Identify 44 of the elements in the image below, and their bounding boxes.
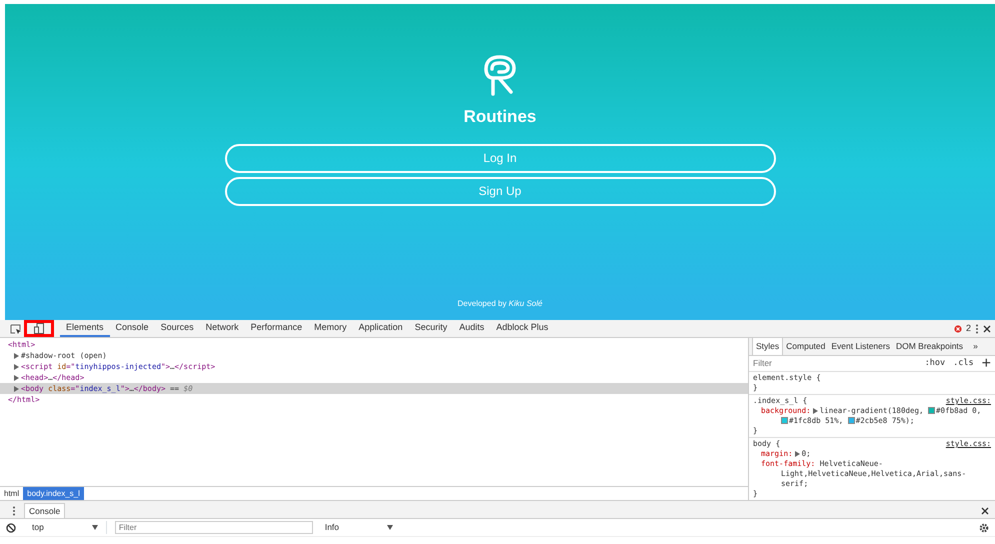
sidebar-tab[interactable]: Styles [752, 338, 784, 355]
devtools-tab[interactable]: Sources [154, 320, 200, 337]
color-swatch[interactable] [848, 417, 855, 424]
more-options-icon[interactable] [975, 324, 979, 334]
more-tabs-button[interactable]: » [970, 338, 981, 355]
drawer-menu-icon[interactable] [12, 506, 16, 516]
new-rule-button[interactable]: + [982, 356, 991, 372]
devtools-tab[interactable]: Console [110, 320, 155, 337]
dropdown-arrow-icon [92, 525, 98, 530]
device-toolbar-icon[interactable] [34, 323, 44, 334]
log-level-select[interactable]: Info [324, 521, 394, 534]
sidebar-tab[interactable]: DOM Breakpoints [892, 338, 966, 355]
console-filter-field[interactable]: Filter [114, 521, 313, 534]
color-swatch[interactable] [781, 417, 788, 424]
expand-arrow-icon[interactable] [812, 408, 818, 414]
color-swatch[interactable] [928, 407, 936, 414]
devtools-tab[interactable]: Network [200, 320, 245, 337]
inspect-icon[interactable] [10, 324, 22, 334]
dropdown-arrow-icon [387, 525, 394, 530]
class-toggle[interactable]: .cls [953, 357, 974, 370]
devtools-tab[interactable]: Application [352, 320, 409, 337]
clear-console-icon[interactable] [6, 522, 16, 532]
expand-arrow-icon[interactable] [794, 450, 800, 457]
devtools-tab[interactable]: Adblock Plus [490, 320, 554, 337]
devtools-tab[interactable]: Security [408, 320, 454, 337]
drawer-tab[interactable]: Console [24, 503, 66, 518]
app-title: Routines [464, 106, 536, 128]
devtools-tab[interactable]: Performance [244, 320, 308, 337]
breadcrumb-item[interactable]: html [0, 487, 24, 500]
logo-icon [483, 54, 517, 96]
hover-state-toggle[interactable]: :hov [924, 357, 946, 370]
devtools-tab[interactable]: Memory [308, 320, 353, 337]
context-select[interactable]: top [32, 521, 107, 534]
devtools-tab[interactable]: Audits [453, 320, 490, 337]
sidebar-tab[interactable]: Event Listeners [828, 338, 893, 355]
error-icon [954, 324, 962, 332]
breadcrumb-item[interactable]: body.index_s_l [23, 487, 84, 500]
developer-credit: Developed by Kiku Solé [458, 298, 542, 310]
close-icon[interactable] [983, 324, 991, 332]
close-icon[interactable] [981, 507, 989, 515]
devtools-tab[interactable]: Elements [60, 320, 110, 337]
sidebar-tab[interactable]: Computed [783, 338, 828, 355]
settings-icon[interactable] [979, 522, 989, 532]
error-count: 2 [966, 322, 971, 335]
